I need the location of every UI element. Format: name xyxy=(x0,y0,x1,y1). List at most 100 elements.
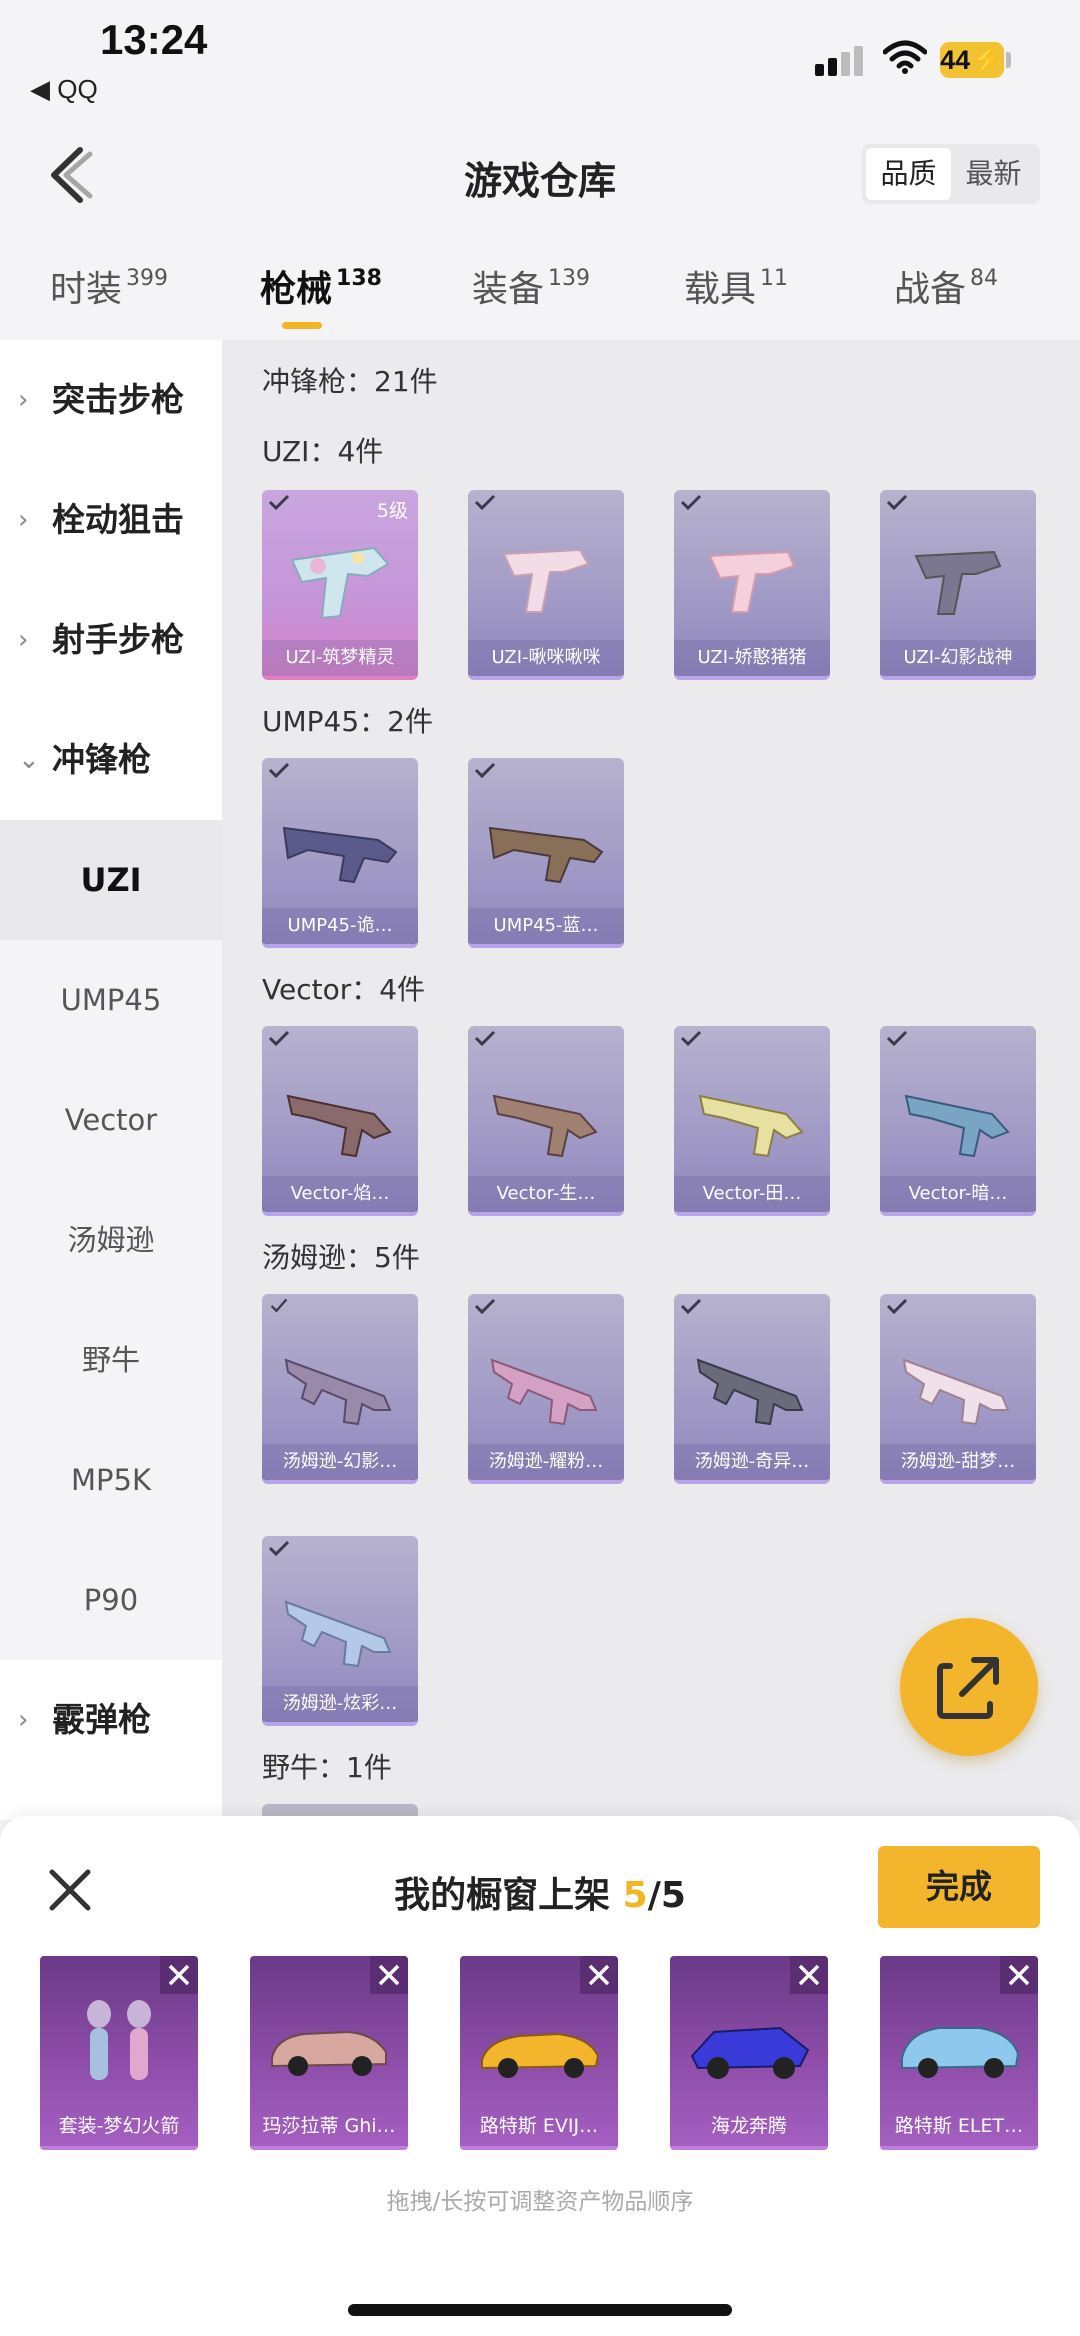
tab-count: 84 xyxy=(970,266,999,291)
tab-outfits[interactable]: 时装 399 xyxy=(50,260,168,312)
item-name: 玛莎拉蒂 Ghi… xyxy=(262,2115,396,2137)
showcase-item[interactable]: 玛莎拉蒂 Ghi… xyxy=(250,1956,408,2150)
sidebar-item-p90[interactable]: P90 xyxy=(0,1540,222,1660)
weapon-card[interactable]: UZI-娇憨猪猪 xyxy=(674,490,830,680)
tab-count: 11 xyxy=(760,266,789,291)
back-to-app-link[interactable]: ◀ QQ xyxy=(30,74,98,105)
weapon-image xyxy=(290,546,390,620)
weapon-name: Vector-暗… xyxy=(880,1176,1036,1212)
weapon-image xyxy=(708,550,796,613)
sidebar-item-mp5k[interactable]: MP5K xyxy=(0,1420,222,1540)
weapon-image xyxy=(284,1358,392,1426)
sidebar-item-uzi[interactable]: UZI xyxy=(0,820,222,940)
showcase-item[interactable]: 路特斯 EVIJ… xyxy=(460,1956,618,2150)
sidebar-item-bizon[interactable]: 野牛 xyxy=(0,1300,222,1420)
charging-bolt-icon: ⚡ xyxy=(970,45,1004,75)
weapon-image xyxy=(282,826,398,884)
tab-count: 399 xyxy=(126,266,169,291)
weapon-name: 汤姆逊-炫彩… xyxy=(262,1686,418,1722)
tab-weapons[interactable]: 枪械 138 xyxy=(260,260,382,312)
check-icon xyxy=(474,494,496,510)
item-image xyxy=(481,2032,600,2078)
section-label: 冲锋枪：21件 xyxy=(262,365,438,398)
sidebar-item-ump45[interactable]: UMP45 xyxy=(0,940,222,1060)
chevron-right-icon: › xyxy=(18,1705,29,1735)
group-label-vector: Vector：4件 xyxy=(262,973,426,1006)
tab-supplies[interactable]: 战备 84 xyxy=(894,260,998,312)
share-button[interactable] xyxy=(900,1618,1038,1756)
sidebar-category-bolt-sniper[interactable]: › 栓动狙击 xyxy=(0,460,222,580)
weapon-name: UMP45-蓝… xyxy=(468,908,624,944)
weapon-name: UZI-筑梦精灵 xyxy=(262,640,418,676)
weapon-card[interactable]: Vector-生… xyxy=(468,1026,624,1216)
weapon-image xyxy=(698,1094,804,1158)
status-time: 13:24 xyxy=(100,16,208,63)
sort-quality-option[interactable]: 品质 xyxy=(866,148,951,200)
weapon-name: 汤姆逊-幻影… xyxy=(262,1444,418,1480)
remove-item-button[interactable] xyxy=(790,1956,828,1994)
home-indicator[interactable] xyxy=(348,2304,732,2316)
chevron-down-icon: ⌄ xyxy=(18,745,40,775)
item-image xyxy=(87,2000,151,2080)
sidebar-category-smg[interactable]: ⌄ 冲锋枪 xyxy=(0,700,222,820)
weapon-card[interactable]: 汤姆逊-甜梦… xyxy=(880,1294,1036,1484)
done-button[interactable]: 完成 xyxy=(878,1846,1040,1928)
sort-toggle: 品质 最新 xyxy=(862,144,1040,204)
check-icon xyxy=(680,494,702,510)
showcase-item[interactable]: 海龙奔腾 xyxy=(670,1956,828,2150)
weapon-card[interactable]: Vector-暗… xyxy=(880,1026,1036,1216)
weapon-card[interactable]: 5级 UZI-筑梦精灵 xyxy=(262,490,418,680)
check-icon xyxy=(268,1030,290,1046)
item-name: 套装-梦幻火箭 xyxy=(58,2115,180,2137)
weapon-image xyxy=(696,1358,804,1426)
weapon-image xyxy=(490,1358,598,1426)
item-name: 海龙奔腾 xyxy=(710,2115,787,2137)
sidebar-category-shotgun[interactable]: › 霰弹枪 xyxy=(0,1660,222,1780)
remove-item-button[interactable] xyxy=(370,1956,408,1994)
check-icon xyxy=(680,1298,702,1314)
sidebar-item-vector[interactable]: Vector xyxy=(0,1060,222,1180)
weapon-card[interactable]: 汤姆逊-耀粉… xyxy=(468,1294,624,1484)
weapon-card[interactable]: 汤姆逊-炫彩… xyxy=(262,1536,418,1726)
sidebar-category-marksman-rifle[interactable]: › 射手步枪 xyxy=(0,580,222,700)
remove-item-button[interactable] xyxy=(160,1956,198,1994)
weapon-card[interactable]: 汤姆逊-奇异… xyxy=(674,1294,830,1484)
tab-vehicles[interactable]: 载具 11 xyxy=(684,260,788,312)
check-icon xyxy=(268,1540,290,1556)
weapon-image xyxy=(492,1094,598,1158)
check-icon xyxy=(886,1030,908,1046)
active-tab-indicator xyxy=(282,322,322,329)
battery-level: 44⚡ xyxy=(940,42,1004,78)
sidebar: › 突击步枪 › 栓动狙击 › 射手步枪 ⌄ 冲锋枪 UZI UMP45 Vector … xyxy=(0,340,222,1820)
item-image xyxy=(901,2027,1020,2078)
weapon-card[interactable]: 汤姆逊-幻影… xyxy=(262,1294,418,1484)
weapon-card[interactable]: UMP45-蓝… xyxy=(468,758,624,948)
tab-count: 139 xyxy=(548,266,591,291)
item-name: 路特斯 ELET… xyxy=(894,2115,1024,2137)
battery-nub xyxy=(1006,52,1011,68)
weapon-image xyxy=(902,1358,1010,1426)
remove-item-button[interactable] xyxy=(580,1956,618,1994)
weapon-card[interactable]: UZI-幻影战神 xyxy=(880,490,1036,680)
weapon-name: 汤姆逊-耀粉… xyxy=(468,1444,624,1480)
check-icon xyxy=(886,1298,908,1314)
chevron-right-icon: › xyxy=(18,625,29,655)
group-label-bizon: 野牛：1件 xyxy=(262,1751,392,1784)
sort-newest-option[interactable]: 最新 xyxy=(951,148,1036,200)
showcase-item[interactable]: 套装-梦幻火箭 xyxy=(40,1956,198,2150)
header: 游戏仓库 品质 最新 xyxy=(0,120,1080,230)
tab-equipment[interactable]: 装备 139 xyxy=(472,260,590,312)
showcase-total: /5 xyxy=(647,1875,686,1916)
weapon-card[interactable]: UZI-啾咪啾咪 xyxy=(468,490,624,680)
close-icon xyxy=(1008,1964,1030,1986)
group-label-uzi: UZI：4件 xyxy=(262,435,384,468)
check-icon xyxy=(268,762,290,778)
sidebar-item-thompson[interactable]: 汤姆逊 xyxy=(0,1180,222,1300)
item-name: 路特斯 EVIJ… xyxy=(479,2115,599,2137)
sidebar-category-assault-rifle[interactable]: › 突击步枪 xyxy=(0,340,222,460)
showcase-item[interactable]: 路特斯 ELET… xyxy=(880,1956,1038,2150)
weapon-card[interactable]: Vector-田… xyxy=(674,1026,830,1216)
weapon-card[interactable]: Vector-焰… xyxy=(262,1026,418,1216)
remove-item-button[interactable] xyxy=(1000,1956,1038,1994)
weapon-card[interactable]: UMP45-诡… xyxy=(262,758,418,948)
